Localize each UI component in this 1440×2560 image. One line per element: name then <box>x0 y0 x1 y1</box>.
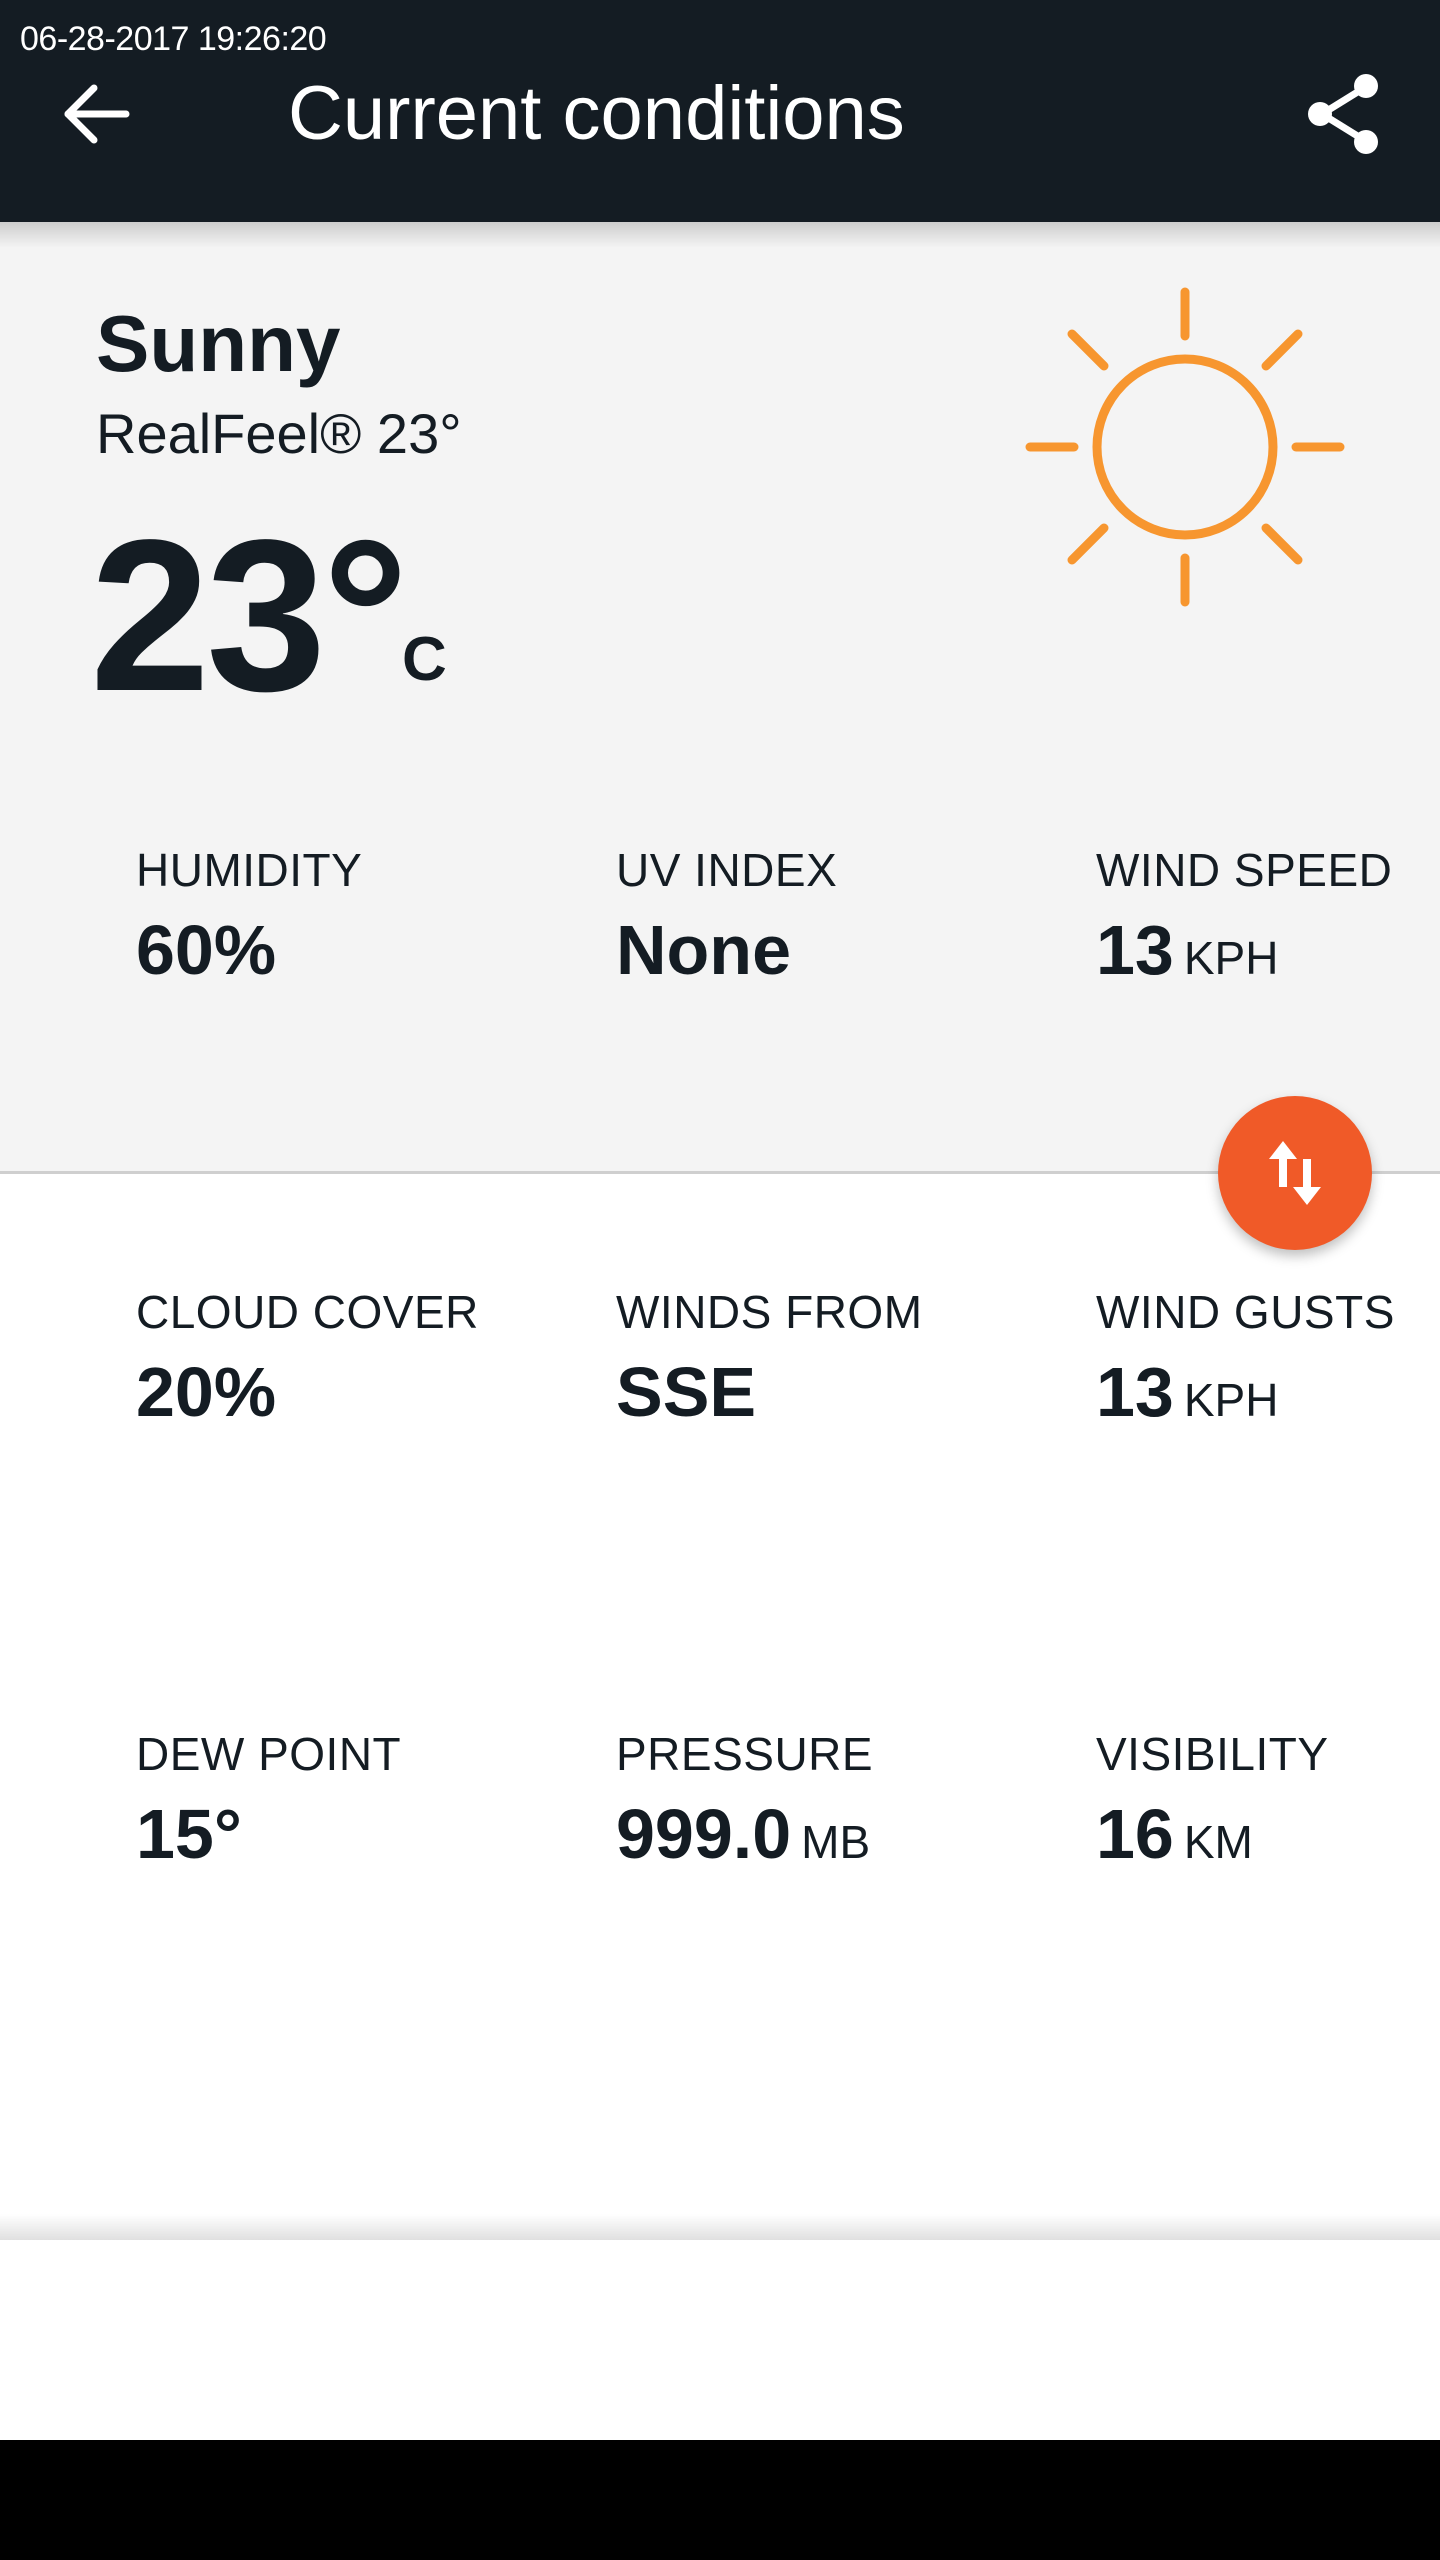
detail-pressure: PRESSURE 999.0 MB <box>616 1726 1036 1882</box>
detail-value: SSE <box>616 1353 757 1431</box>
detail-value: 13 KPH <box>1096 1353 1279 1431</box>
temperature-unit: C <box>402 625 447 694</box>
detail-label: DEW POINT <box>136 1728 402 1780</box>
detail-value: 999.0 MB <box>616 1795 871 1873</box>
system-navigation-bar <box>0 2440 1440 2560</box>
detail-wind-gusts: WIND GUSTS 13 KPH <box>1096 1284 1440 1440</box>
detail-value: 60% <box>136 911 277 989</box>
sun-icon <box>1025 287 1345 607</box>
swap-vertical-icon <box>1269 1141 1321 1205</box>
detail-label: UV INDEX <box>616 844 838 896</box>
detail-label: CLOUD COVER <box>136 1286 479 1338</box>
back-button[interactable] <box>50 68 142 160</box>
status-timestamp: 06-28-2017 19:26:20 <box>20 20 327 58</box>
detail-value: 20% <box>136 1353 277 1431</box>
page-title: Current conditions <box>288 71 905 156</box>
detail-unit: MB <box>801 1816 871 1868</box>
detail-value: 16 KM <box>1096 1795 1253 1873</box>
detail-label: VISIBILITY <box>1096 1728 1329 1780</box>
detail-humidity: HUMIDITY 60% <box>136 842 556 990</box>
section-divider <box>0 2214 1440 2240</box>
arrow-left-icon <box>64 84 130 144</box>
share-button[interactable] <box>1296 66 1392 162</box>
share-icon <box>1308 74 1378 154</box>
detail-winds-from: WINDS FROM SSE <box>616 1284 1036 1432</box>
detail-dew-point: DEW POINT 15° <box>136 1726 556 1874</box>
current-temperature: 23° <box>90 494 409 736</box>
detail-value: 15° <box>136 1795 242 1873</box>
detail-label: WIND GUSTS <box>1096 1286 1395 1338</box>
detail-visibility: VISIBILITY 16 KM <box>1096 1726 1440 1882</box>
detail-label: WIND SPEED <box>1096 844 1393 896</box>
detail-value: 13 KPH <box>1096 911 1279 989</box>
detail-unit: KM <box>1183 1816 1253 1868</box>
detail-uv-index: UV INDEX None <box>616 842 1036 990</box>
detail-value: None <box>616 911 791 989</box>
app-bar: 06-28-2017 19:26:20 Current conditions <box>0 0 1440 222</box>
detail-cloud-cover: CLOUD COVER 20% <box>136 1284 556 1432</box>
detail-wind-speed: WIND SPEED 13 KPH <box>1096 842 1440 998</box>
header-shadow <box>0 222 1440 248</box>
detail-unit: KPH <box>1183 932 1279 984</box>
weather-condition: Sunny <box>96 299 341 388</box>
swap-units-button[interactable] <box>1218 1096 1372 1250</box>
detail-label: WINDS FROM <box>616 1286 923 1338</box>
detail-unit: KPH <box>1183 1374 1279 1426</box>
realfeel-temperature: RealFeel® 23° <box>96 402 462 465</box>
detail-label: HUMIDITY <box>136 844 363 896</box>
detail-label: PRESSURE <box>616 1728 874 1780</box>
